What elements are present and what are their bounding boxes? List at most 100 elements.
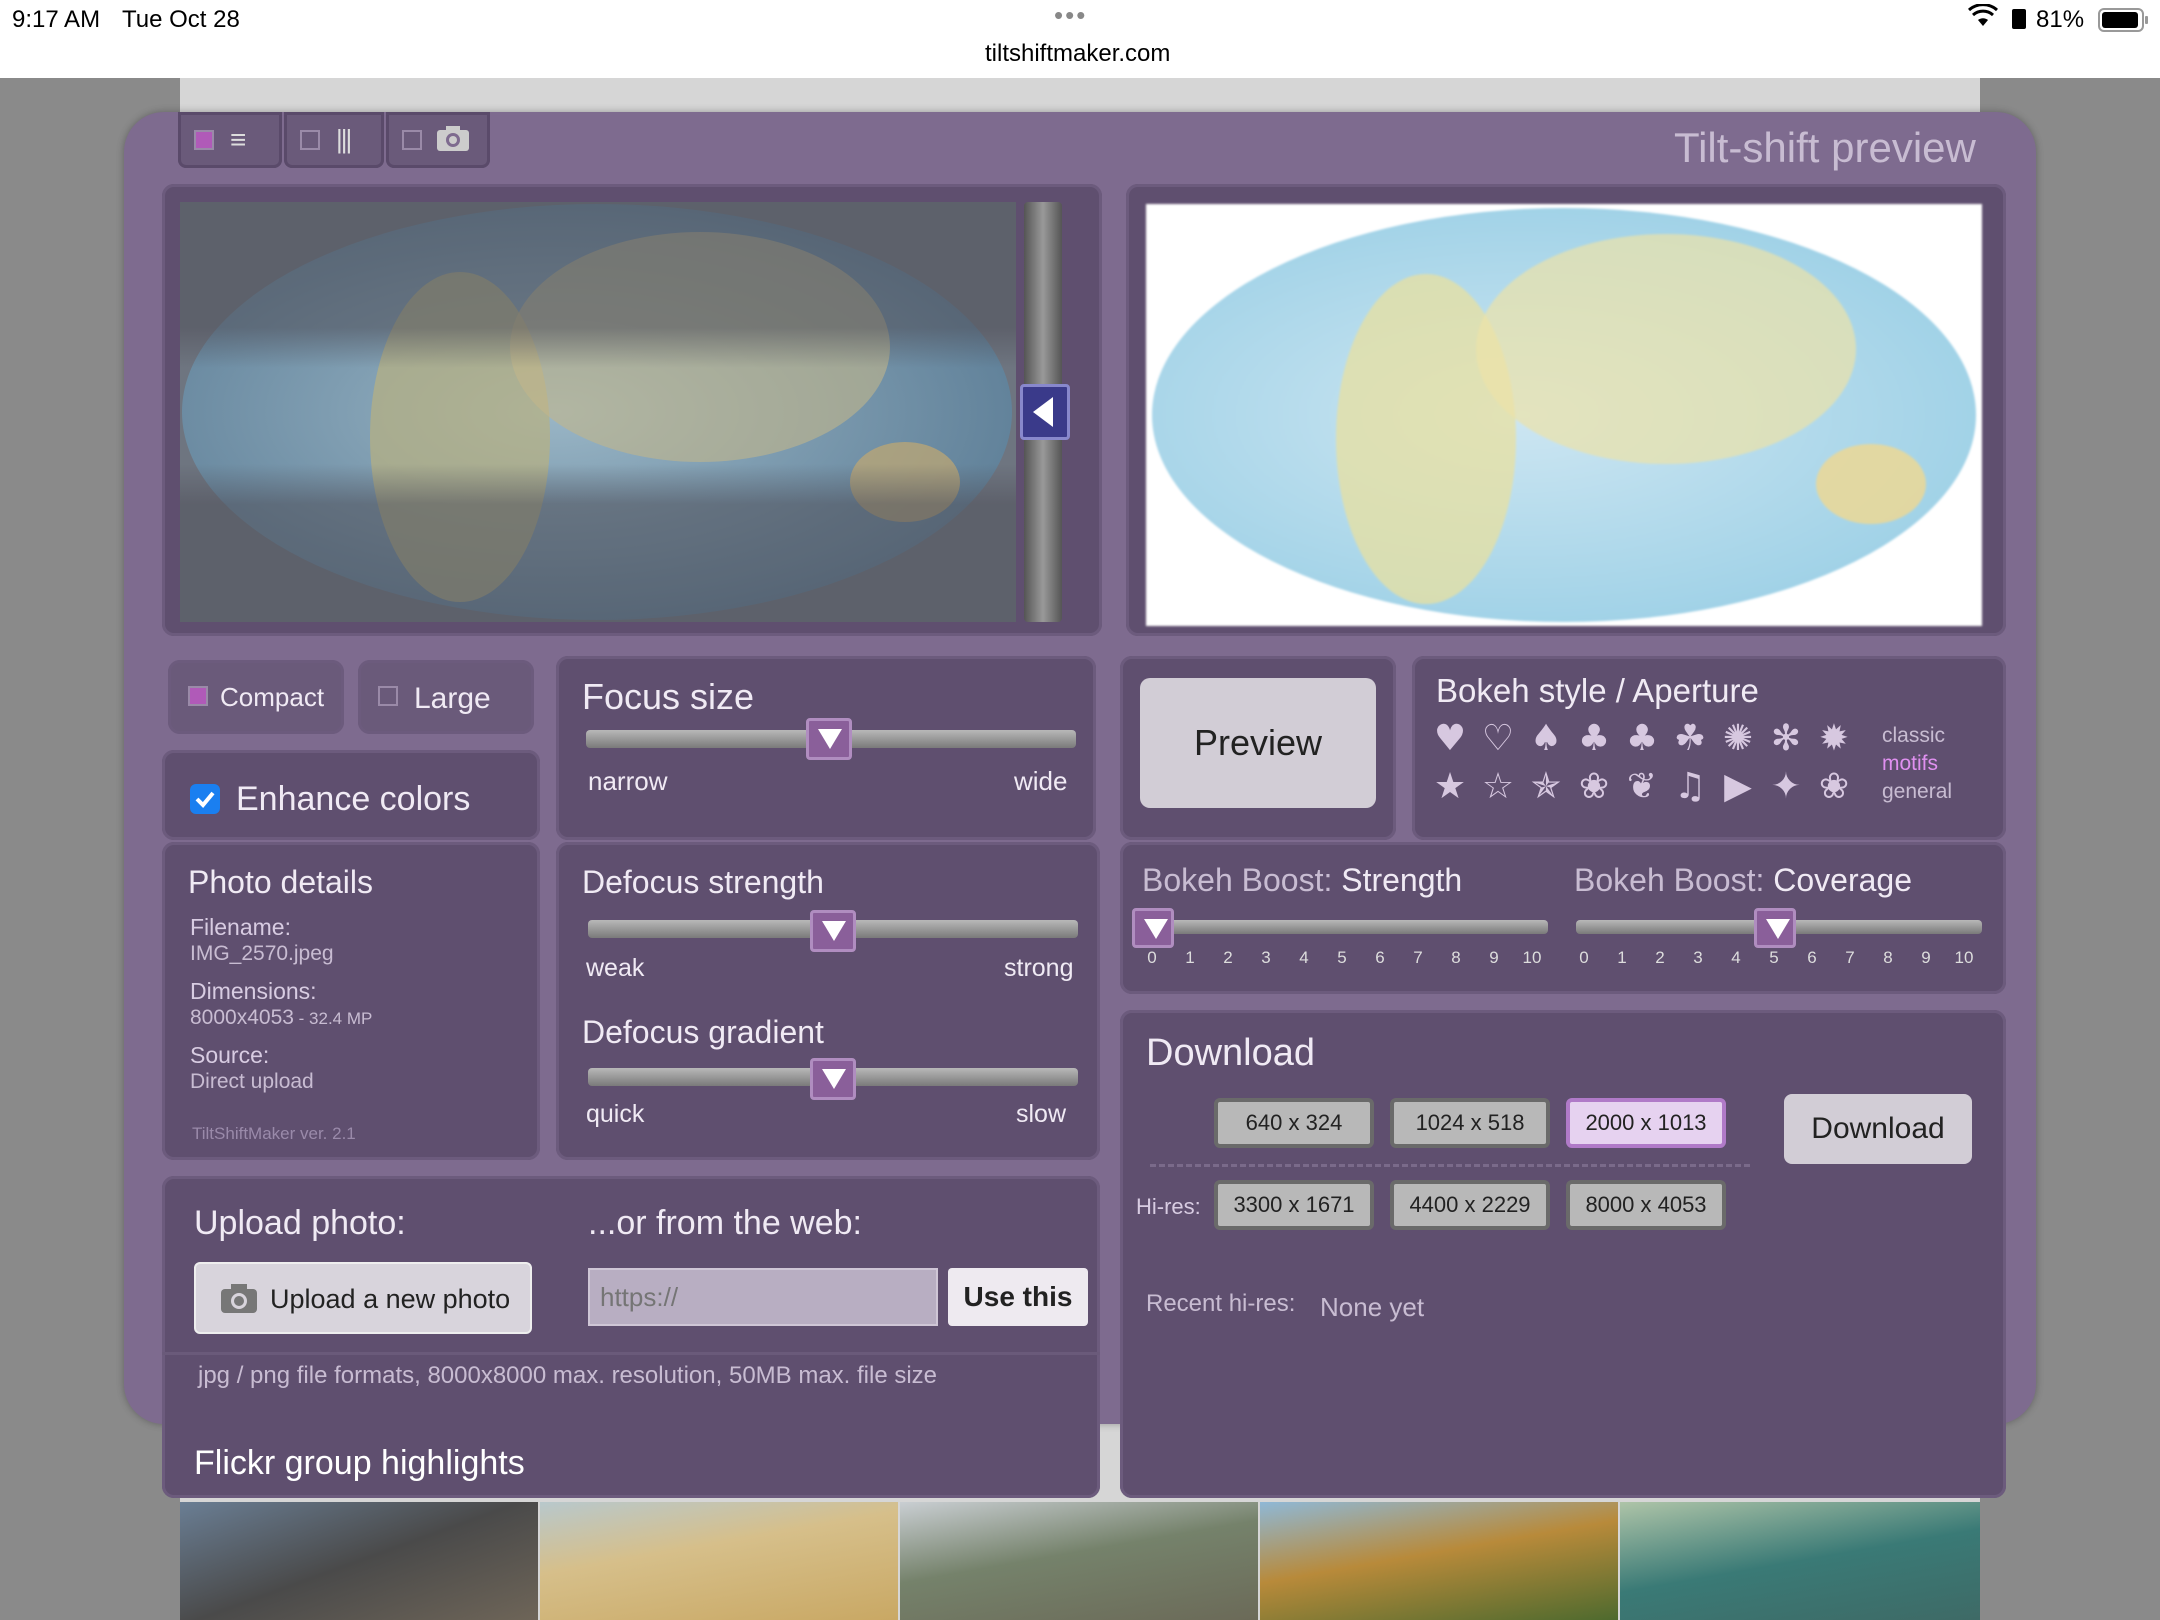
checkmark-icon: [195, 791, 215, 808]
size-2000[interactable]: 2000 x 1013: [1566, 1098, 1726, 1148]
dimensions-label: Dimensions:: [190, 978, 317, 1004]
upload-note: jpg / png file formats, 8000x8000 max. r…: [198, 1362, 938, 1389]
bokeh-boost-strength-suffix: Strength: [1341, 862, 1463, 898]
bokeh-shape-option[interactable]: ▶: [1716, 766, 1760, 807]
bokeh-shape-option[interactable]: ☆: [1476, 766, 1520, 807]
slider-tick-label: 10: [1954, 948, 1974, 967]
defocus-strength-thumb[interactable]: [810, 910, 856, 952]
use-this-button[interactable]: Use this: [948, 1268, 1088, 1326]
photo-details-title: Photo details: [188, 864, 374, 900]
slider-tick-label: 6: [1807, 948, 1817, 967]
slider-tick-label: 1: [1185, 948, 1195, 967]
bokeh-boost-strength-slider[interactable]: [1142, 920, 1548, 934]
focus-size-thumb[interactable]: [806, 718, 852, 760]
filename-value: IMG_2570.jpeg: [190, 942, 334, 965]
bokeh-boost-strength-thumb[interactable]: [1132, 908, 1174, 948]
focus-position-handle[interactable]: [1020, 384, 1070, 440]
slider-tick-label: 5: [1769, 948, 1779, 967]
more-menu-icon[interactable]: •••: [1054, 0, 1087, 31]
bokeh-category-classic[interactable]: classic: [1882, 724, 1945, 748]
columns-view-icon: |||: [336, 124, 352, 154]
slider-tick-label: 2: [1655, 948, 1665, 967]
orientation-lock-icon: [2010, 8, 2028, 37]
bokeh-shape-option[interactable]: ♥: [1428, 718, 1472, 759]
preview-button[interactable]: Preview: [1140, 678, 1376, 808]
bokeh-category-general[interactable]: general: [1882, 780, 1952, 804]
size-640[interactable]: 640 x 324: [1214, 1098, 1374, 1148]
defocus-gradient-thumb[interactable]: [810, 1058, 856, 1100]
view-tab-columns[interactable]: |||: [284, 112, 384, 168]
size-1024[interactable]: 1024 x 518: [1390, 1098, 1550, 1148]
bokeh-shape-option[interactable]: ♣: [1620, 718, 1664, 759]
upload-divider: [162, 1352, 1100, 1355]
flickr-photo-4[interactable]: [1260, 1502, 1618, 1620]
dimensions-value: 8000x4053 - 32.4 MP: [190, 1006, 372, 1030]
view-tab-columns-checkbox[interactable]: [300, 130, 320, 150]
flickr-title: Flickr group highlights: [194, 1444, 525, 1482]
slider-tick-label: 8: [1883, 948, 1893, 967]
bokeh-shape-option[interactable]: ✯: [1524, 766, 1568, 807]
slider-tick-label: 7: [1845, 948, 1855, 967]
slider-tick-label: 2: [1223, 948, 1233, 967]
view-tab-list-checkbox[interactable]: [194, 130, 214, 150]
view-tab-camera-checkbox[interactable]: [402, 130, 422, 150]
size-8000[interactable]: 8000 x 4053: [1566, 1180, 1726, 1230]
bokeh-shape-option[interactable]: ★: [1428, 766, 1472, 807]
filename-label: Filename:: [190, 914, 291, 940]
preview-button-panel: Preview: [1120, 656, 1396, 840]
bokeh-shape-option[interactable]: ♡: [1476, 718, 1520, 759]
slider-tick-label: 8: [1451, 948, 1461, 967]
slider-tick-label: 1: [1617, 948, 1627, 967]
size-3300[interactable]: 3300 x 1671: [1214, 1180, 1374, 1230]
download-button[interactable]: Download: [1784, 1094, 1972, 1164]
upload-photo-button[interactable]: Upload a new photo: [194, 1262, 532, 1334]
bokeh-shape-option[interactable]: ✺: [1716, 718, 1760, 759]
compact-checkbox[interactable]: [188, 686, 208, 706]
view-tab-camera[interactable]: [386, 112, 490, 168]
bokeh-style-panel: Bokeh style / Aperture ♥ ♡ ♠ ♣ ♣ ☘ ✺ ✻ ✹ ★ ☆ ✯ ❀ ❦ ♫ ▶ ✦…: [1412, 656, 2006, 840]
flickr-photo-5[interactable]: [1620, 1502, 1980, 1620]
enhance-colors-checkbox[interactable]: [190, 784, 220, 814]
size-4400[interactable]: 4400 x 2229: [1390, 1180, 1550, 1230]
editor-image[interactable]: [180, 202, 1016, 622]
flickr-photo-2[interactable]: [540, 1502, 898, 1620]
bokeh-shape-option[interactable]: ☘: [1668, 718, 1712, 759]
large-checkbox[interactable]: [378, 686, 398, 706]
bokeh-shape-option[interactable]: ✹: [1812, 718, 1856, 759]
bokeh-shape-option[interactable]: ❀: [1572, 766, 1616, 807]
bokeh-boost-coverage-thumb[interactable]: [1754, 908, 1796, 948]
web-upload-title: ...or from the web:: [588, 1204, 862, 1242]
view-tab-list[interactable]: ≡: [178, 112, 282, 168]
hires-label: Hi-res:: [1136, 1194, 1201, 1219]
wifi-icon: [1968, 3, 1998, 37]
defocus-gradient-min: quick: [586, 1100, 645, 1128]
battery-percent: 81%: [2036, 6, 2085, 33]
enhance-colors-label: Enhance colors: [236, 780, 471, 818]
slider-tick-label: 0: [1147, 948, 1157, 967]
source-value: Direct upload: [190, 1070, 314, 1093]
bokeh-shape-option[interactable]: ♣: [1572, 718, 1616, 759]
bokeh-boost-coverage-prefix: Bokeh Boost:: [1574, 862, 1774, 898]
defocus-gradient-title: Defocus gradient: [582, 1014, 824, 1050]
bokeh-shape-option[interactable]: ❦: [1620, 766, 1664, 807]
bokeh-shape-option[interactable]: ✦: [1764, 766, 1808, 807]
bokeh-shape-option[interactable]: ❀: [1812, 766, 1856, 807]
battery-icon: [2098, 8, 2150, 39]
large-toggle[interactable]: Large: [358, 660, 534, 734]
focus-size-title: Focus size: [582, 676, 755, 717]
flickr-photo-3[interactable]: [900, 1502, 1258, 1620]
bokeh-boost-panel: Bokeh Boost: Strength 0 1 2 3 4 5 6 7 8 9 10 Bokeh…: [1120, 842, 2006, 994]
compact-toggle[interactable]: Compact: [168, 660, 344, 734]
defocus-strength-min: weak: [586, 954, 645, 982]
bokeh-shape-option[interactable]: ✻: [1764, 718, 1808, 759]
focus-size-panel: Focus size narrow wide: [556, 656, 1096, 840]
url-input[interactable]: [588, 1268, 938, 1326]
bokeh-boost-strength-title: Bokeh Boost: Strength: [1142, 862, 1462, 899]
bokeh-shape-option[interactable]: ♫: [1668, 766, 1712, 807]
flickr-photo-1[interactable]: [180, 1502, 538, 1620]
compact-label: Compact: [220, 682, 325, 712]
bokeh-category-motifs[interactable]: motifs: [1882, 752, 1938, 776]
list-view-icon: ≡: [230, 124, 247, 155]
url-bar[interactable]: tiltshiftmaker.com: [985, 40, 1170, 68]
bokeh-shape-option[interactable]: ♠: [1524, 718, 1568, 759]
